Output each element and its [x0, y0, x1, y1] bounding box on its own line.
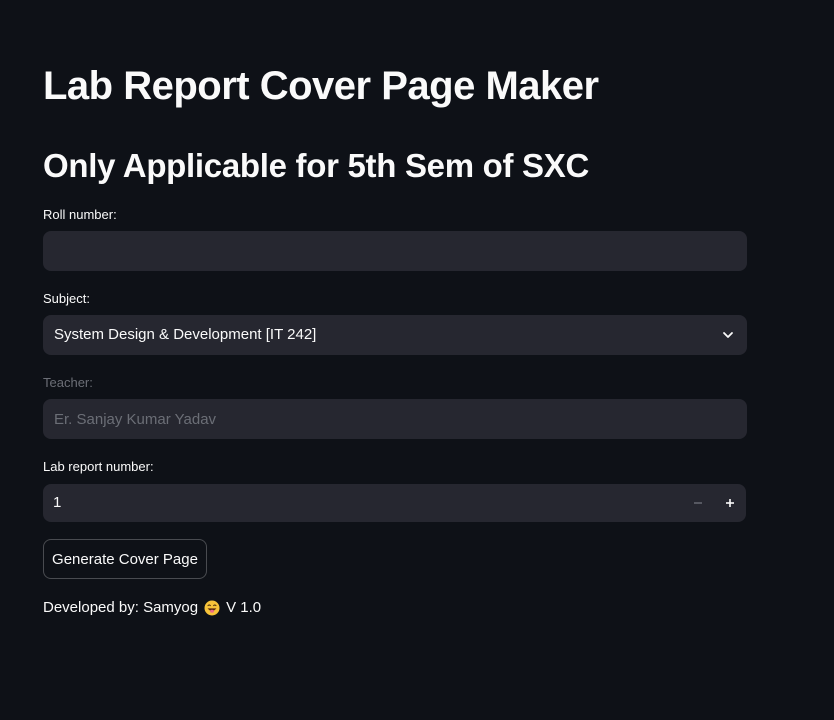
- subject-selected-value: System Design & Development [IT 242]: [54, 326, 317, 343]
- lab-report-number-field[interactable]: 1: [43, 484, 746, 522]
- developer-credit: Developed by: Samyog V 1.0: [43, 598, 261, 618]
- roll-number-field[interactable]: [43, 231, 747, 271]
- page-subtitle: Only Applicable for 5th Sem of SXC: [43, 147, 589, 184]
- grinning-tongue-face-icon: [204, 600, 220, 616]
- teacher-label: Teacher:: [43, 375, 93, 390]
- teacher-input: [43, 399, 747, 439]
- generate-cover-page-button[interactable]: Generate Cover Page: [43, 539, 207, 579]
- decrement-button[interactable]: [682, 484, 714, 522]
- teacher-field: [43, 399, 747, 439]
- roll-number-label: Roll number:: [43, 207, 117, 222]
- roll-number-input[interactable]: [43, 231, 747, 271]
- page-title: Lab Report Cover Page Maker: [43, 64, 599, 108]
- lab-report-number-label: Lab report number:: [43, 459, 154, 474]
- chevron-down-icon: [723, 332, 733, 338]
- version-text: V 1.0: [226, 599, 262, 616]
- subject-select[interactable]: System Design & Development [IT 242]: [43, 315, 747, 355]
- increment-button[interactable]: [714, 484, 746, 522]
- plus-icon: [726, 499, 734, 507]
- minus-icon: [694, 502, 702, 504]
- lab-report-number-value[interactable]: 1: [53, 484, 61, 522]
- subject-label: Subject:: [43, 291, 90, 306]
- developer-credit-text: Developed by: Samyog: [43, 599, 199, 616]
